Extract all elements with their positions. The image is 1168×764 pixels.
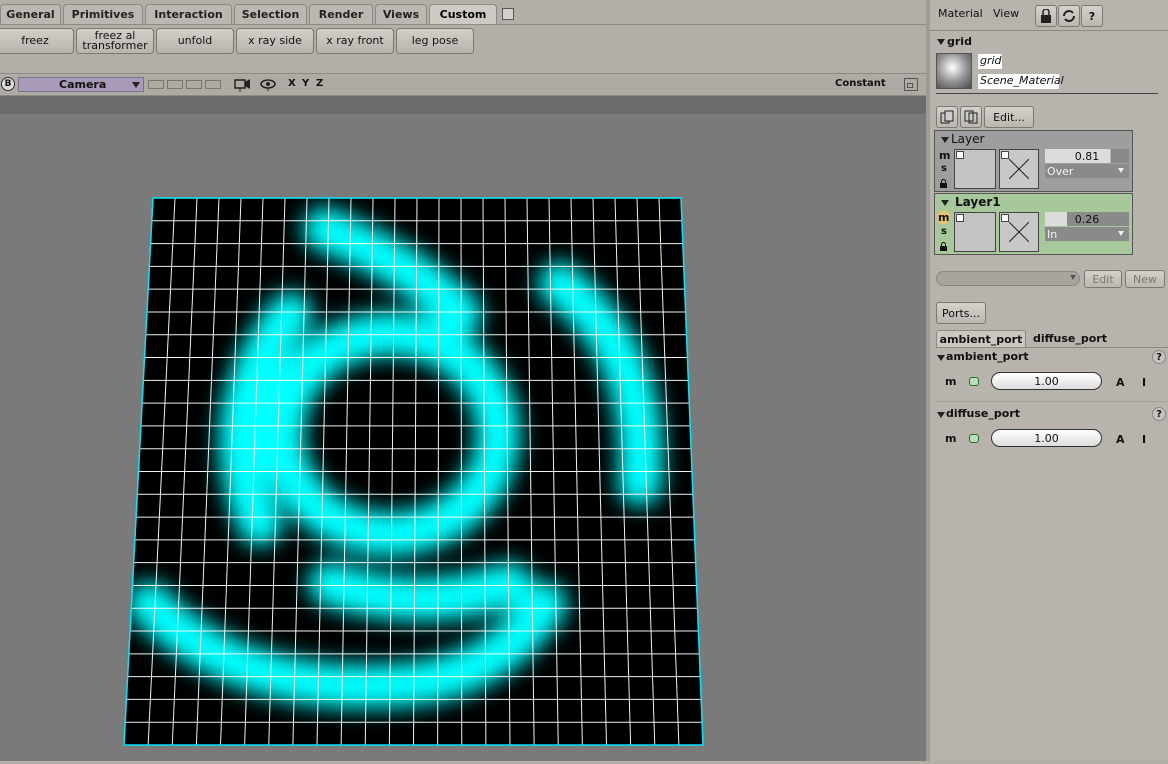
layer1-weight-field[interactable]: 0.26 (1045, 212, 1129, 226)
collapse-layer1-icon[interactable] (941, 200, 949, 206)
ambient-enable-checkbox[interactable] (969, 377, 979, 386)
layer-solo-toggle[interactable]: s (941, 163, 947, 174)
edit-layers-button[interactable]: Edit... (984, 106, 1034, 128)
tab-divider (0, 24, 926, 25)
maximize-viewport-icon[interactable] (904, 78, 918, 91)
diffuse-help-icon[interactable]: ? (1152, 407, 1166, 421)
x-ray-side-button[interactable]: x ray side (236, 28, 314, 54)
tab-selection[interactable]: Selection (234, 4, 307, 24)
leg-pose-button[interactable]: leg pose (396, 28, 474, 54)
layer1-blend-mode-label: In (1047, 227, 1058, 241)
shelf-options-icon[interactable] (502, 8, 514, 20)
x-ray-front-button[interactable]: x ray front (316, 28, 394, 54)
layer1-mute-toggle[interactable]: m (937, 211, 951, 224)
tab-diffuse-port[interactable]: diffuse_port (1030, 330, 1110, 347)
viewport-mode-button[interactable]: B (1, 77, 15, 91)
collapse-ambient-icon[interactable] (937, 355, 945, 361)
layer1-name: Layer1 (955, 195, 1001, 209)
ambient-animate-button[interactable]: A (1116, 376, 1125, 389)
ambient-port-title: ambient_port (946, 350, 1029, 363)
layer-color-swatch[interactable] (954, 149, 996, 189)
layer-blend-mode-select[interactable]: Over (1045, 164, 1129, 178)
chevron-down-icon (132, 82, 140, 88)
empty-x-icon (1009, 159, 1029, 179)
duplicate-layer-icon[interactable] (960, 106, 982, 128)
tab-views[interactable]: Views (375, 4, 427, 24)
diffuse-port-title: diffuse_port (946, 407, 1021, 420)
axis-x-toggle[interactable]: X (288, 78, 296, 89)
freez-al-transformer-button[interactable]: freez al transformer (76, 28, 154, 54)
ambient-help-icon[interactable]: ? (1152, 350, 1166, 364)
material-editor-panel: Material View ? grid grid Scene_Material… (926, 0, 1168, 761)
material-name-field[interactable]: grid (978, 54, 1002, 69)
layer1-row[interactable]: Layer1 m s 0.26 In (934, 193, 1133, 255)
diffuse-mute-toggle[interactable]: m (945, 432, 956, 445)
freez-button[interactable]: freez (0, 28, 74, 54)
layer1-blend-mode-select[interactable]: In (1045, 227, 1129, 241)
shelf-tab-bar: General Primitives Interaction Selection… (0, 4, 926, 24)
viewport-header: B Camera X Y Z Constant (0, 73, 926, 96)
layer-lock-icon[interactable] (939, 179, 948, 189)
ambient-value-field[interactable]: 1.00 (991, 372, 1102, 390)
tab-primitives[interactable]: Primitives (63, 4, 143, 24)
layer1-lock-icon[interactable] (939, 242, 948, 252)
new-shader-button[interactable]: New (1125, 270, 1165, 288)
material-preview-swatch[interactable] (936, 53, 972, 89)
viewport-layout-buttons[interactable] (148, 80, 224, 89)
axis-z-toggle[interactable]: Z (316, 78, 323, 89)
axis-y-toggle[interactable]: Y (302, 78, 309, 89)
unfold-button[interactable]: unfold (156, 28, 234, 54)
tab-custom[interactable]: Custom (429, 4, 497, 24)
shader-select[interactable] (936, 271, 1080, 286)
tab-ambient-port[interactable]: ambient_port (936, 330, 1026, 347)
help-icon[interactable]: ? (1081, 5, 1103, 27)
collapse-diffuse-icon[interactable] (937, 412, 945, 418)
layer-weight-field[interactable]: 0.81 (1045, 149, 1129, 163)
camera-icon[interactable] (234, 77, 252, 93)
layer-name: Layer (951, 132, 985, 146)
layer-blend-mode-label: Over (1047, 164, 1074, 178)
tab-interaction[interactable]: Interaction (145, 4, 232, 24)
diffuse-value-field[interactable]: 1.00 (991, 429, 1102, 447)
material-title: grid (947, 35, 972, 48)
empty-x-icon (1009, 222, 1029, 242)
ambient-mute-toggle[interactable]: m (945, 375, 956, 388)
chevron-down-icon (1118, 231, 1124, 236)
layer-mute-toggle[interactable]: m (939, 149, 950, 162)
layer-row[interactable]: Layer m s 0.81 Over (934, 130, 1133, 192)
edit-shader-button[interactable]: Edit (1084, 270, 1122, 288)
layer1-mask-slot[interactable] (999, 212, 1039, 252)
3d-viewport[interactable] (0, 114, 926, 761)
tab-render[interactable]: Render (309, 4, 373, 24)
camera-label: Camera (59, 78, 107, 91)
collapse-grid-icon[interactable] (937, 39, 945, 45)
shading-mode-select[interactable]: Constant (835, 78, 886, 89)
chevron-down-icon (1070, 275, 1076, 280)
layer1-solo-toggle[interactable]: s (941, 226, 947, 237)
chevron-down-icon (1118, 168, 1124, 173)
layer-mask-slot[interactable] (999, 149, 1039, 189)
material-type-field[interactable]: Scene_Material (978, 74, 1064, 89)
collapse-layer-icon[interactable] (941, 137, 949, 143)
refresh-icon[interactable] (1058, 5, 1080, 27)
tab-general[interactable]: General (0, 4, 61, 24)
menu-material[interactable]: Material (938, 7, 983, 20)
grid-mesh-render (123, 197, 704, 746)
lock-icon[interactable] (1035, 5, 1057, 27)
eye-icon[interactable] (259, 78, 277, 92)
camera-select[interactable]: Camera (18, 77, 144, 92)
diffuse-enable-checkbox[interactable] (969, 434, 979, 443)
ports-button[interactable]: Ports... (936, 302, 986, 324)
layer1-color-swatch[interactable] (954, 212, 996, 252)
add-layer-icon[interactable] (936, 106, 958, 128)
ambient-input-button[interactable]: I (1142, 376, 1146, 389)
diffuse-input-button[interactable]: I (1142, 433, 1146, 446)
viewport-top-strip (0, 96, 926, 114)
diffuse-animate-button[interactable]: A (1116, 433, 1125, 446)
menu-view[interactable]: View (993, 7, 1019, 20)
